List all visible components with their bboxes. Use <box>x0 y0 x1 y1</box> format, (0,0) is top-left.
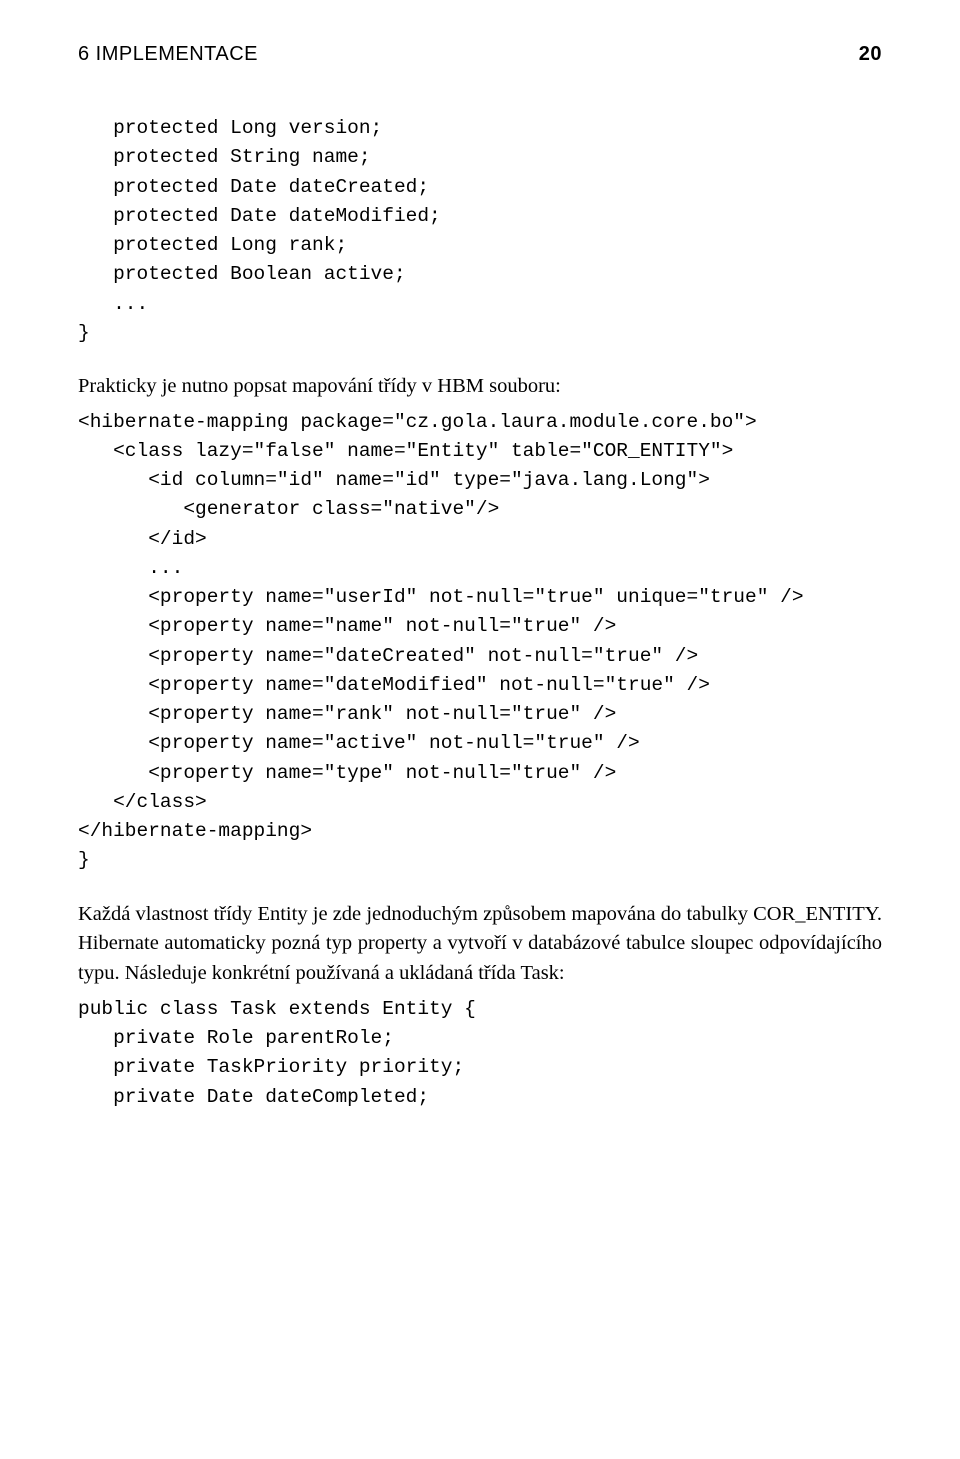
paragraph-1: Prakticky je nutno popsat mapování třídy… <box>78 372 882 402</box>
code-block-1: protected Long version; protected String… <box>78 114 882 348</box>
code-block-2: <hibernate-mapping package="cz.gola.laur… <box>78 408 882 876</box>
section-title: 6 IMPLEMENTACE <box>78 40 258 68</box>
code-block-3: public class Task extends Entity { priva… <box>78 995 882 1112</box>
page-number: 20 <box>859 40 882 68</box>
page-header: 6 IMPLEMENTACE 20 <box>78 40 882 68</box>
paragraph-2: Každá vlastnost třídy Entity je zde jedn… <box>78 900 882 989</box>
